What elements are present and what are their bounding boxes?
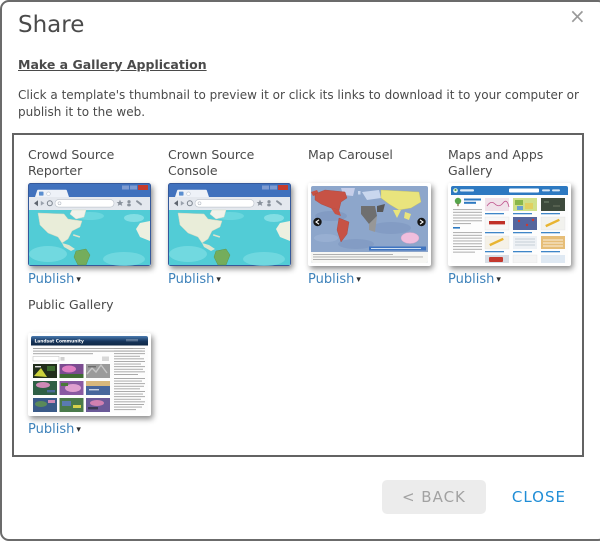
world-map-carousel-icon [311, 186, 428, 263]
publish-link[interactable]: Publish▾ [168, 272, 221, 287]
carousel-right-arrow-icon [417, 218, 425, 226]
template-grid: Crowd Source Reporter Publish▾ Crown Sou… [28, 147, 582, 437]
section-heading: Make a Gallery Application [18, 57, 589, 72]
back-button[interactable]: < BACK [382, 480, 486, 514]
publish-link[interactable]: Publish▾ [448, 272, 501, 287]
publish-link[interactable]: Publish▾ [28, 272, 81, 287]
publish-link[interactable]: Publish▾ [308, 272, 361, 287]
template-title: Maps and Apps Gallery [448, 147, 588, 183]
template-title: Public Gallery [28, 297, 168, 333]
browser-map-thumbnail-icon [28, 183, 151, 266]
template-thumbnail-map-carousel[interactable] [308, 183, 431, 266]
template-gallery-box: Crowd Source Reporter Publish▾ Crown Sou… [12, 133, 584, 457]
dialog-footer: < BACK CLOSE [2, 480, 600, 514]
template-crowd-source-reporter: Crowd Source Reporter Publish▾ [28, 147, 168, 287]
close-button[interactable]: CLOSE [512, 488, 566, 506]
template-thumbnail-crowd-source-reporter[interactable] [28, 183, 151, 266]
caret-down-icon: ▾ [496, 275, 501, 285]
description-text: Click a template's thumbnail to preview … [18, 87, 590, 121]
dialog-title: Share [18, 12, 600, 38]
template-crown-source-console: Crown Source Console Publish▾ [168, 147, 308, 287]
template-thumbnail-maps-and-apps-gallery[interactable] [448, 183, 571, 266]
caret-down-icon: ▾ [76, 275, 81, 285]
share-dialog: Share × Make a Gallery Application Click… [0, 0, 600, 541]
template-title: Crowd Source Reporter [28, 147, 168, 183]
caret-down-icon: ▾ [76, 425, 81, 435]
caret-down-icon: ▾ [356, 275, 361, 285]
landsat-community-title: Landsat Community [35, 339, 84, 345]
template-maps-and-apps-gallery: Maps and Apps Gallery [448, 147, 588, 287]
caret-down-icon: ▾ [216, 275, 221, 285]
gallery-grid-thumbnail-icon [451, 186, 568, 263]
template-map-carousel: Map Carousel [308, 147, 448, 287]
publish-link[interactable]: Publish▾ [28, 422, 81, 437]
template-thumbnail-public-gallery[interactable]: Landsat Community [28, 333, 151, 416]
carousel-left-arrow-icon [313, 218, 321, 226]
template-title: Crown Source Console [168, 147, 308, 183]
landsat-gallery-thumbnail-icon: Landsat Community [31, 336, 148, 413]
template-title: Map Carousel [308, 147, 448, 183]
browser-map-thumbnail-icon [168, 183, 291, 266]
close-icon[interactable]: × [569, 6, 586, 26]
template-public-gallery: Public Gallery Landsat Community [28, 297, 168, 437]
template-thumbnail-crown-source-console[interactable] [168, 183, 291, 266]
